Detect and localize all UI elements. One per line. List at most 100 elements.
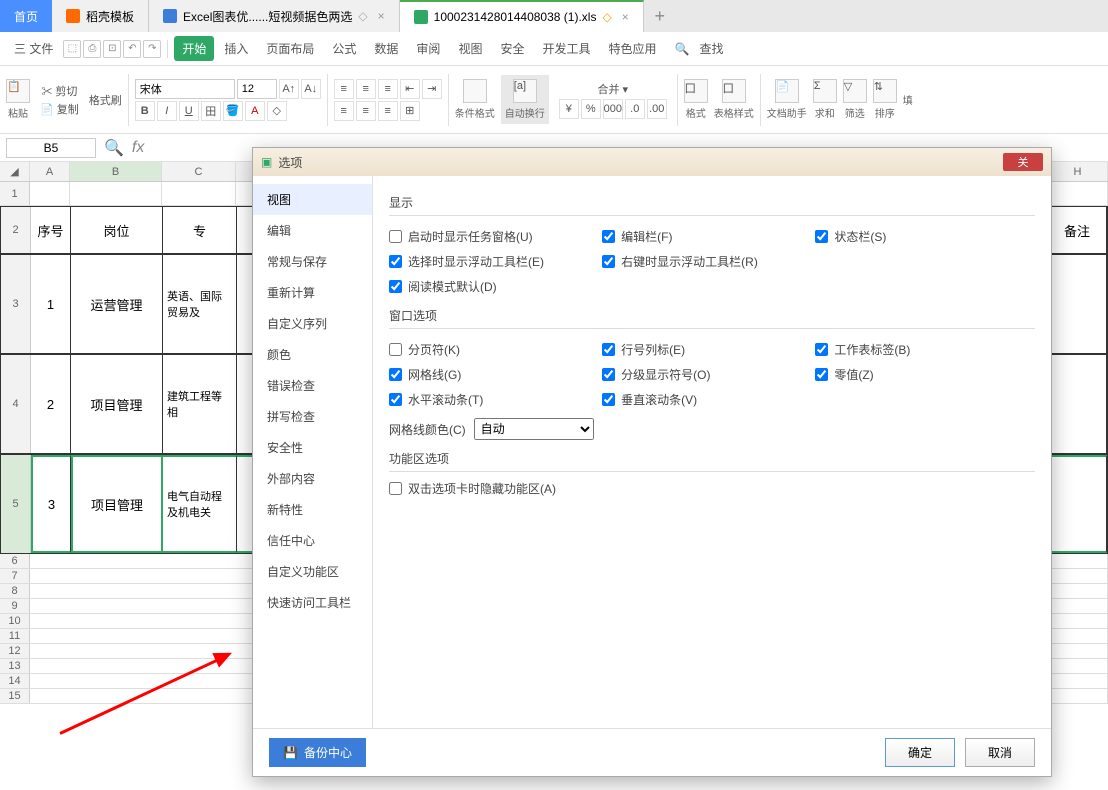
cell[interactable]: 项目管理: [71, 355, 163, 453]
menu-layout[interactable]: 页面布局: [258, 36, 322, 61]
comma-icon[interactable]: 000: [603, 99, 623, 119]
close-icon[interactable]: ×: [622, 10, 629, 24]
sidebar-item-edit[interactable]: 编辑: [253, 215, 372, 246]
font-color-icon[interactable]: A: [245, 101, 265, 121]
opt-mini-toolbar-select[interactable]: 选择时显示浮动工具栏(E): [389, 253, 602, 270]
sidebar-item-view[interactable]: 视图: [253, 184, 372, 215]
cell-fmt-button[interactable]: 囗格式: [684, 79, 708, 120]
font-size[interactable]: [237, 79, 277, 99]
menu-special[interactable]: 特色应用: [600, 36, 664, 61]
sidebar-item-new[interactable]: 新特性: [253, 494, 372, 525]
cell[interactable]: 建筑工程等相: [163, 355, 237, 453]
dialog-titlebar[interactable]: ▣ 选项 关: [253, 148, 1051, 176]
sidebar-item-error[interactable]: 错误检查: [253, 370, 372, 401]
indent-inc-icon[interactable]: ⇥: [422, 79, 442, 99]
cell[interactable]: 1: [31, 255, 71, 353]
menu-formula[interactable]: 公式: [324, 36, 364, 61]
zoom-out-icon[interactable]: 🔍: [104, 138, 124, 158]
row-header[interactable]: 10: [0, 614, 30, 628]
file-menu[interactable]: 三 文件: [6, 36, 61, 61]
menu-insert[interactable]: 插入: [216, 36, 256, 61]
opt-gridlines[interactable]: 网格线(G): [389, 366, 602, 383]
print-icon[interactable]: ⎙: [83, 40, 101, 58]
sidebar-item-external[interactable]: 外部内容: [253, 463, 372, 494]
row-header[interactable]: 15: [0, 689, 30, 703]
tab-doc-3[interactable]: 1000231428014408038 (1).xls◇×: [400, 0, 644, 32]
sidebar-item-qat[interactable]: 快速访问工具栏: [253, 587, 372, 618]
cell[interactable]: 3: [31, 455, 71, 553]
opt-reading-mode[interactable]: 阅读模式默认(D): [389, 278, 815, 295]
format-painter[interactable]: 格式刷: [89, 92, 122, 108]
cell[interactable]: 英语、国际贸易及: [163, 255, 237, 353]
opt-outline-symbols[interactable]: 分级显示符号(O): [602, 366, 815, 383]
menu-view[interactable]: 视图: [450, 36, 490, 61]
opt-mini-toolbar-right[interactable]: 右键时显示浮动工具栏(R): [602, 253, 815, 270]
cell[interactable]: 2: [31, 355, 71, 453]
cell-style-button[interactable]: 囗表格样式: [714, 79, 754, 120]
format-dropdown[interactable]: 合并 ▾: [597, 81, 628, 97]
backup-center-button[interactable]: 💾备份中心: [269, 738, 366, 767]
selected-cell[interactable]: 项目管理: [71, 455, 163, 553]
align-bot-icon[interactable]: ≡: [378, 79, 398, 99]
align-left-icon[interactable]: ≡: [334, 101, 354, 121]
row-header[interactable]: 3: [1, 255, 31, 353]
select-all[interactable]: ◢: [0, 162, 30, 181]
doc-assist-button[interactable]: 📄文档助手: [767, 79, 807, 120]
align-mid-icon[interactable]: ≡: [356, 79, 376, 99]
row-header[interactable]: 9: [0, 599, 30, 613]
cut-button[interactable]: ✂ 剪切: [41, 83, 77, 99]
row-header[interactable]: 14: [0, 674, 30, 688]
row-header[interactable]: 5: [1, 455, 31, 553]
align-center-icon[interactable]: ≡: [356, 101, 376, 121]
sidebar-item-custom-list[interactable]: 自定义序列: [253, 308, 372, 339]
auto-wrap-button[interactable]: [a]自动换行: [501, 75, 549, 124]
row-header[interactable]: 4: [1, 355, 31, 453]
fx-icon[interactable]: fx: [132, 139, 144, 157]
opt-page-break[interactable]: 分页符(K): [389, 341, 602, 358]
shrink-font-icon[interactable]: A↓: [301, 79, 321, 99]
copy-button[interactable]: 📄 复制: [40, 101, 79, 117]
cancel-button[interactable]: 取消: [965, 738, 1035, 767]
row-header[interactable]: 1: [0, 182, 30, 205]
menu-dev[interactable]: 开发工具: [534, 36, 598, 61]
italic-icon[interactable]: I: [157, 101, 177, 121]
cell[interactable]: 运营管理: [71, 255, 163, 353]
sidebar-item-spell[interactable]: 拼写检查: [253, 401, 372, 432]
sum-button[interactable]: Σ求和: [813, 79, 837, 120]
align-top-icon[interactable]: ≡: [334, 79, 354, 99]
merge-icon[interactable]: ⊞: [400, 101, 420, 121]
save-icon[interactable]: ⬚: [63, 40, 81, 58]
menu-start[interactable]: 开始: [174, 36, 214, 61]
opt-hscroll[interactable]: 水平滚动条(T): [389, 391, 602, 408]
opt-formula-bar[interactable]: 编辑栏(F): [602, 228, 815, 245]
preview-icon[interactable]: ⊡: [103, 40, 121, 58]
indent-dec-icon[interactable]: ⇤: [400, 79, 420, 99]
tab-home[interactable]: 首页: [0, 0, 52, 32]
sidebar-item-general[interactable]: 常规与保存: [253, 246, 372, 277]
paste-button[interactable]: 📋粘贴: [6, 79, 30, 120]
col-header[interactable]: A: [30, 162, 70, 181]
currency-icon[interactable]: ¥: [559, 99, 579, 119]
opt-startup-pane[interactable]: 启动时显示任务窗格(U): [389, 228, 602, 245]
opt-vscroll[interactable]: 垂直滚动条(V): [602, 391, 815, 408]
filter-button[interactable]: ▽筛选: [843, 79, 867, 120]
bold-icon[interactable]: B: [135, 101, 155, 121]
menu-review[interactable]: 审阅: [408, 36, 448, 61]
row-header[interactable]: 8: [0, 584, 30, 598]
opt-row-col-hdr[interactable]: 行号列标(E): [602, 341, 815, 358]
menu-data[interactable]: 数据: [366, 36, 406, 61]
fill-button[interactable]: 填: [903, 92, 913, 107]
cond-format-button[interactable]: 条件格式: [455, 79, 495, 120]
row-header[interactable]: 13: [0, 659, 30, 673]
sort-button[interactable]: ⇅排序: [873, 79, 897, 120]
dec-inc-icon[interactable]: .0: [625, 99, 645, 119]
row-header[interactable]: 6: [0, 554, 30, 568]
sidebar-item-recalc[interactable]: 重新计算: [253, 277, 372, 308]
undo-icon[interactable]: ↶: [123, 40, 141, 58]
ok-button[interactable]: 确定: [885, 738, 955, 767]
sidebar-item-trust[interactable]: 信任中心: [253, 525, 372, 556]
font-select[interactable]: [135, 79, 235, 99]
dec-dec-icon[interactable]: .00: [647, 99, 667, 119]
close-icon[interactable]: ×: [378, 9, 385, 23]
sidebar-item-security[interactable]: 安全性: [253, 432, 372, 463]
